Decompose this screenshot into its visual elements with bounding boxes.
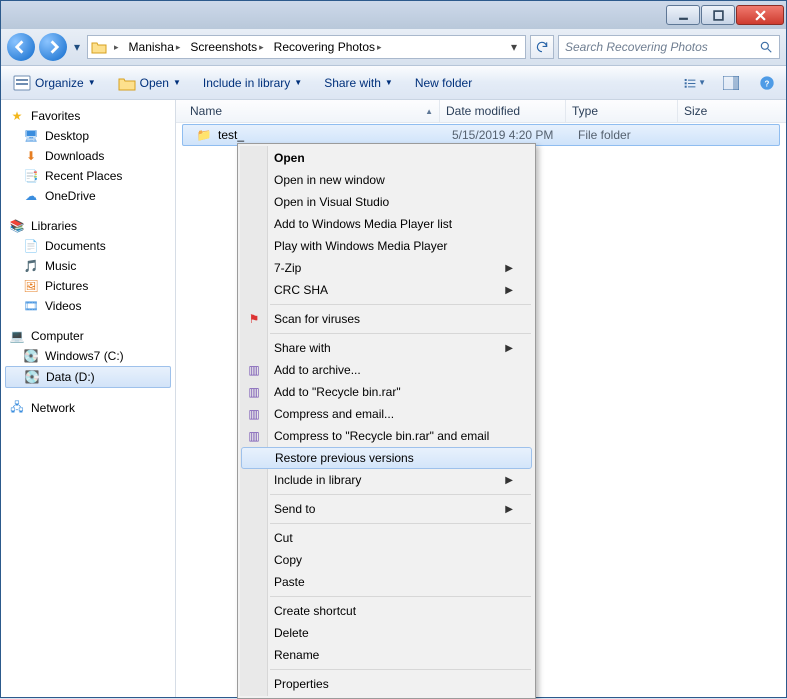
refresh-button[interactable] [530,35,554,59]
ctx-crc-sha[interactable]: CRC SHA▶ [240,279,533,301]
ctx-restore-previous-versions[interactable]: Restore previous versions [241,447,532,469]
breadcrumb-screenshots[interactable]: Screenshots▸ [186,36,267,58]
desktop-icon: 🖥 [23,128,39,144]
archive-icon: ▥ [246,428,262,444]
column-name[interactable]: Name▲ [184,100,440,122]
sidebar-item-recent-places[interactable]: 📑Recent Places [1,166,175,186]
minimize-button[interactable] [666,5,700,25]
sidebar-computer-head[interactable]: 💻Computer [1,326,175,346]
view-options-button[interactable]: ▼ [684,72,706,94]
sidebar-item-videos[interactable]: 🎞Videos [1,296,175,316]
close-button[interactable] [736,5,784,25]
organize-icon [13,75,31,91]
ctx-add-rar[interactable]: ▥Add to "Recycle bin.rar" [240,381,533,403]
help-button[interactable]: ? [756,72,778,94]
sidebar-item-documents[interactable]: 📄Documents [1,236,175,256]
network-icon: 🖧 [9,400,25,416]
ctx-rename[interactable]: Rename [240,644,533,666]
ctx-delete[interactable]: Delete [240,622,533,644]
sidebar-item-pictures[interactable]: 🖼Pictures [1,276,175,296]
open-folder-icon [118,75,136,91]
sidebar-item-downloads[interactable]: ⬇Downloads [1,146,175,166]
new-folder-button[interactable]: New folder [411,73,476,93]
archive-icon: ▥ [246,406,262,422]
sidebar-item-desktop[interactable]: 🖥Desktop [1,126,175,146]
drive-icon: 💽 [24,369,40,385]
libraries-icon: 📚 [9,218,25,234]
ctx-properties[interactable]: Properties [240,673,533,695]
folder-icon: 📁 [196,127,212,143]
breadcrumb-manisha[interactable]: Manisha▸ [125,36,185,58]
ctx-share-with[interactable]: Share with▶ [240,337,533,359]
breadcrumb-root-arrow[interactable]: ▸ [110,36,123,58]
onedrive-icon: ☁ [23,188,39,204]
search-icon [759,40,773,54]
ctx-copy[interactable]: Copy [240,549,533,571]
breadcrumb-recovering-photos[interactable]: Recovering Photos▸ [270,36,386,58]
sidebar-network-head[interactable]: 🖧Network [1,398,175,418]
navigation-bar: ▾ ▸ Manisha▸ Screenshots▸ Recovering Pho… [1,29,786,66]
ctx-cut[interactable]: Cut [240,527,533,549]
address-bar[interactable]: ▸ Manisha▸ Screenshots▸ Recovering Photo… [87,35,526,59]
search-input[interactable]: Search Recovering Photos [558,35,780,59]
recent-icon: 📑 [23,168,39,184]
sidebar-item-onedrive[interactable]: ☁OneDrive [1,186,175,206]
sidebar-item-drive-c[interactable]: 💽Windows7 (C:) [1,346,175,366]
videos-icon: 🎞 [23,298,39,314]
navigation-pane: ★Favorites 🖥Desktop ⬇Downloads 📑Recent P… [1,100,176,697]
open-button[interactable]: Open▼ [114,72,185,94]
ctx-create-shortcut[interactable]: Create shortcut [240,600,533,622]
history-dropdown[interactable]: ▾ [71,33,83,61]
ctx-open[interactable]: Open [240,147,533,169]
forward-button[interactable] [39,33,67,61]
ctx-7zip[interactable]: 7-Zip▶ [240,257,533,279]
archive-icon: ▥ [246,384,262,400]
search-placeholder: Search Recovering Photos [565,40,759,54]
organize-button[interactable]: Organize▼ [9,72,100,94]
address-dropdown[interactable]: ▾ [505,40,523,54]
preview-pane-button[interactable] [720,72,742,94]
ctx-add-archive[interactable]: ▥Add to archive... [240,359,533,381]
column-type[interactable]: Type [566,100,678,122]
folder-icon [90,38,108,56]
share-with-button[interactable]: Share with▼ [320,73,397,93]
sidebar-libraries-head[interactable]: 📚Libraries [1,216,175,236]
ctx-compress-rar-email[interactable]: ▥Compress to "Recycle bin.rar" and email [240,425,533,447]
ctx-open-visual-studio[interactable]: Open in Visual Studio [240,191,533,213]
ctx-include-library[interactable]: Include in library▶ [240,469,533,491]
documents-icon: 📄 [23,238,39,254]
column-size[interactable]: Size [678,100,786,122]
titlebar [1,1,786,29]
star-icon: ★ [9,108,25,124]
downloads-icon: ⬇ [23,148,39,164]
pictures-icon: 🖼 [23,278,39,294]
computer-icon: 💻 [9,328,25,344]
ctx-scan-viruses[interactable]: ⚑Scan for viruses [240,308,533,330]
shield-icon: ⚑ [246,311,262,327]
drive-icon: 💽 [23,348,39,364]
sidebar-item-drive-d[interactable]: 💽Data (D:) [5,366,171,388]
sidebar-favorites-head[interactable]: ★Favorites [1,106,175,126]
toolbar: Organize▼ Open▼ Include in library▼ Shar… [1,66,786,100]
maximize-button[interactable] [701,5,735,25]
svg-text:?: ? [765,79,770,88]
ctx-paste[interactable]: Paste [240,571,533,593]
column-headers: Name▲ Date modified Type Size [176,100,786,123]
back-button[interactable] [7,33,35,61]
sidebar-item-music[interactable]: 🎵Music [1,256,175,276]
include-library-button[interactable]: Include in library▼ [199,73,306,93]
archive-icon: ▥ [246,362,262,378]
ctx-wmp-play[interactable]: Play with Windows Media Player [240,235,533,257]
ctx-open-new-window[interactable]: Open in new window [240,169,533,191]
context-menu: Open Open in new window Open in Visual S… [237,143,536,699]
column-date[interactable]: Date modified [440,100,566,122]
music-icon: 🎵 [23,258,39,274]
ctx-send-to[interactable]: Send to▶ [240,498,533,520]
ctx-wmp-add[interactable]: Add to Windows Media Player list [240,213,533,235]
ctx-compress-email[interactable]: ▥Compress and email... [240,403,533,425]
